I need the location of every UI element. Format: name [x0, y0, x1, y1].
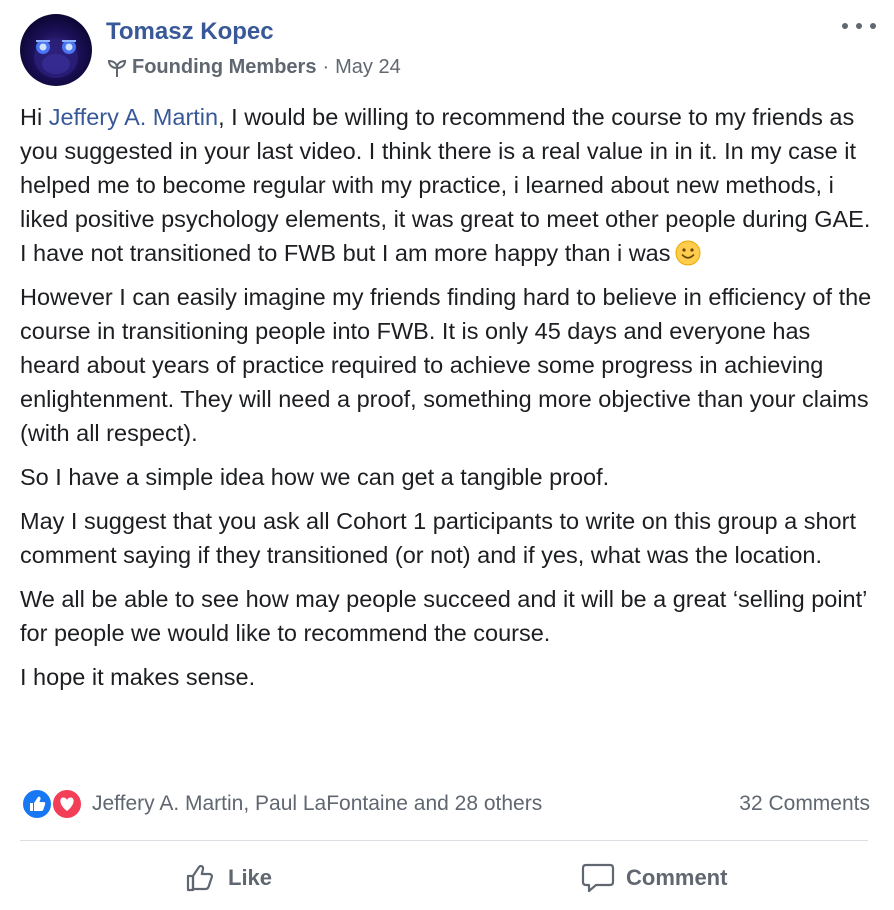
- post-paragraph: I hope it makes sense.: [20, 664, 256, 690]
- reactions-bar: Jeffery A. Martin, Paul LaFontaine and 2…: [20, 784, 870, 824]
- post-date[interactable]: May 24: [335, 56, 401, 79]
- more-dot-icon: [842, 23, 848, 29]
- more-dot-icon: [870, 23, 876, 29]
- like-button[interactable]: Like: [184, 856, 272, 900]
- comment-icon: [581, 863, 615, 893]
- smile-emoji-icon: [675, 240, 700, 266]
- avatar[interactable]: [20, 14, 92, 86]
- post-paragraph: May I suggest that you ask all Cohort 1 …: [20, 508, 856, 568]
- more-options-button[interactable]: [842, 14, 876, 38]
- post-paragraph: However I can easily imagine my friends …: [20, 284, 872, 446]
- like-label: Like: [228, 865, 273, 890]
- sprout-icon: [107, 59, 127, 77]
- more-dot-icon: [856, 23, 862, 29]
- mention-link[interactable]: Jeffery A. Martin: [49, 104, 218, 130]
- comment-label: Comment: [626, 865, 728, 890]
- author-name[interactable]: Tomasz Kopec: [106, 18, 274, 46]
- comments-count[interactable]: 32 Comments: [739, 792, 870, 816]
- post-body: Hi Jeffery A. Martin, I would be willing…: [20, 100, 876, 704]
- post-paragraph: We all be able to see how may people suc…: [20, 586, 867, 646]
- post-paragraph: So I have a simple idea how we can get a…: [20, 464, 610, 490]
- comment-button[interactable]: Comment: [580, 856, 727, 900]
- group-badge[interactable]: Founding Members: [132, 56, 316, 79]
- reactions-summary[interactable]: Jeffery A. Martin, Paul LaFontaine and 2…: [92, 792, 542, 816]
- avatar-image: [34, 38, 78, 78]
- meta-separator: ·: [322, 56, 330, 78]
- post-paragraph: Hi Jeffery A. Martin, I would be willing…: [20, 100, 876, 270]
- reaction-icons[interactable]: [20, 787, 84, 821]
- like-icon: [21, 788, 53, 820]
- love-icon: [51, 788, 83, 820]
- thumbs-up-icon: [186, 864, 213, 892]
- post-meta: Founding Members · May 24: [106, 56, 401, 79]
- greeting-text: Hi: [20, 104, 49, 130]
- divider: [20, 840, 868, 841]
